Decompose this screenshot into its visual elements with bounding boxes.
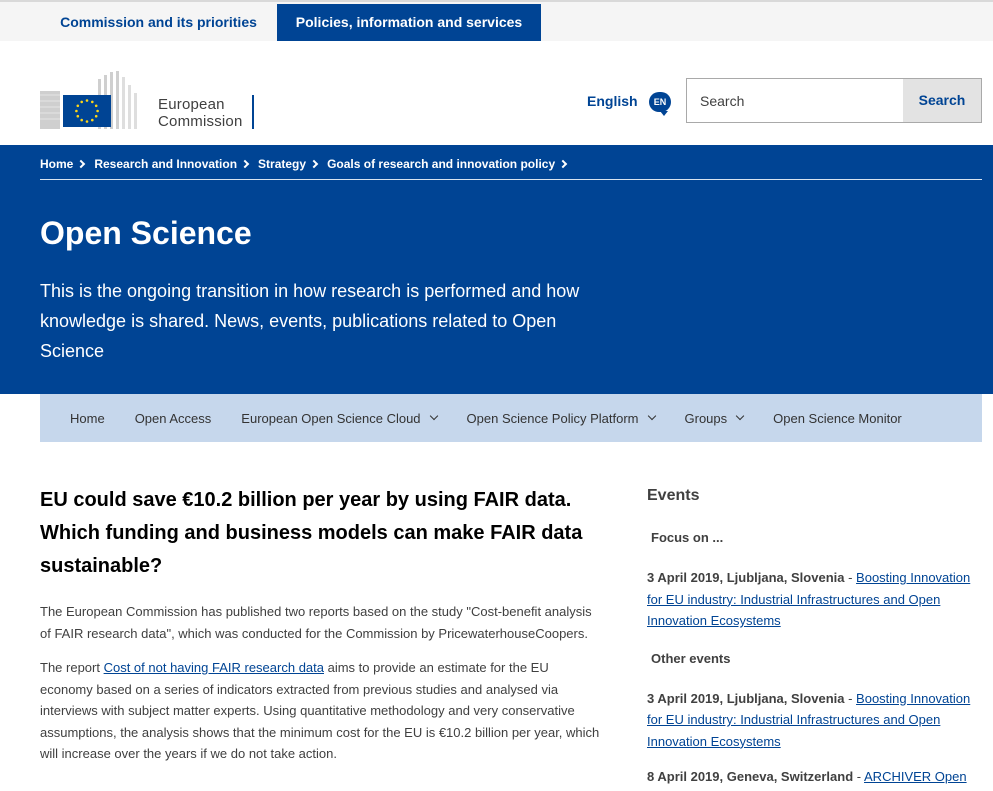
subnav-eosc[interactable]: European Open Science Cloud — [241, 410, 438, 426]
tab-label: Policies, information and services — [295, 14, 523, 30]
chevron-right-icon — [77, 159, 86, 169]
page-intro: This is the ongoing transition in how re… — [40, 281, 580, 361]
search-box: Search — [686, 78, 982, 123]
subnav-home[interactable]: Home — [70, 411, 105, 426]
site-switcher: Commission and its priorities Policies, … — [0, 0, 993, 48]
language-bubble-icon[interactable]: EN — [649, 92, 671, 116]
breadcrumb-goals[interactable]: Goals of research and innovation policy — [327, 155, 568, 172]
page-banner: Home Research and Innovation Strategy Go… — [0, 145, 993, 394]
subnav-label: Open Access — [134, 410, 212, 426]
event-link[interactable]: ARCHIVER Open — [864, 769, 967, 784]
subnav-label: European Open Science Cloud — [241, 410, 421, 426]
event-item: 3 April 2019, Ljubljana, Slovenia - Boos… — [647, 567, 987, 632]
breadcrumb-label: Goals of research and innovation policy — [327, 156, 556, 171]
subnav-label: Open Science Policy Platform — [466, 410, 639, 426]
subnav-monitor[interactable]: Open Science Monitor — [773, 411, 902, 426]
breadcrumb-strategy[interactable]: Strategy — [258, 155, 319, 172]
breadcrumb-label: Research and Innovation — [94, 156, 238, 171]
site-header: European Commission English EN Search — [0, 41, 993, 145]
other-events-heading: Other events — [651, 650, 731, 666]
event-separator: - — [844, 570, 857, 585]
subnav-label: Open Science Monitor — [773, 410, 902, 426]
paragraph-text: aims to provide an estimate for the EU e… — [40, 660, 600, 761]
event-date-location: 3 April 2019, Ljubljana, Slovenia — [647, 570, 845, 585]
ec-logo-icon — [40, 71, 137, 129]
event-item: 3 April 2019, Ljubljana, Slovenia - Boos… — [647, 688, 987, 753]
event-date-location: 3 April 2019, Ljubljana, Slovenia — [647, 690, 845, 706]
banner-divider — [40, 179, 982, 180]
breadcrumb-label: Strategy — [258, 156, 307, 171]
news-article: EU could save €10.2 billion per year by … — [40, 484, 600, 765]
chevron-down-icon — [735, 411, 745, 421]
chevron-right-icon — [558, 159, 568, 169]
fair-cost-report-link[interactable]: Cost of not having FAIR research data — [104, 660, 324, 675]
logo-line-commission: Commission — [158, 113, 243, 130]
language-code: EN — [653, 97, 667, 107]
european-commission-logo[interactable]: European Commission — [40, 71, 260, 130]
language-selector[interactable]: English — [587, 93, 638, 109]
logo-wordmark: European Commission — [158, 96, 243, 130]
article-paragraph-2: The report Cost of not having FAIR resea… — [40, 657, 600, 765]
focus-on-heading: Focus on ... — [651, 530, 724, 545]
paragraph-text: The report — [40, 660, 104, 675]
tab-commission-priorities[interactable]: Commission and its priorities — [40, 4, 277, 41]
section-navigation: Home Open Access European Open Science C… — [40, 394, 982, 442]
page-title: Open Science — [40, 215, 252, 251]
events-sidebar: Events Focus on ... 3 April 2019, Ljublj… — [647, 484, 987, 788]
event-separator: - — [853, 769, 865, 784]
event-date-location: 8 April 2019, Geneva, Switzerland — [647, 769, 854, 784]
logo-divider — [252, 95, 254, 129]
breadcrumb-home[interactable]: Home — [40, 155, 86, 172]
event-separator: - — [844, 690, 857, 706]
chevron-right-icon — [240, 159, 250, 169]
article-headline: EU could save €10.2 billion per year by … — [40, 489, 583, 577]
chevron-down-icon — [647, 411, 656, 421]
tab-policies-information-services[interactable]: Policies, information and services — [277, 4, 541, 48]
events-heading: Events — [647, 487, 700, 504]
subnav-open-access[interactable]: Open Access — [135, 411, 212, 426]
chevron-down-icon — [429, 411, 438, 421]
search-button[interactable]: Search — [903, 79, 981, 122]
search-input[interactable] — [687, 79, 904, 122]
subnav-policy-platform[interactable]: Open Science Policy Platform — [466, 410, 656, 426]
article-paragraph-1: The European Commission has published tw… — [40, 604, 592, 641]
breadcrumb-label: Home — [40, 156, 74, 171]
bubble-tail — [660, 111, 668, 116]
logo-line-european: European — [158, 96, 225, 113]
breadcrumb: Home Research and Innovation Strategy Go… — [40, 155, 576, 172]
subnav-label: Home — [70, 410, 105, 426]
chevron-right-icon — [309, 159, 319, 169]
event-item: 8 April 2019, Geneva, Switzerland - ARCH… — [647, 766, 987, 788]
subnav-label: Groups — [684, 410, 728, 426]
subnav-groups[interactable]: Groups — [684, 410, 745, 426]
breadcrumb-research-innovation[interactable]: Research and Innovation — [94, 155, 250, 172]
